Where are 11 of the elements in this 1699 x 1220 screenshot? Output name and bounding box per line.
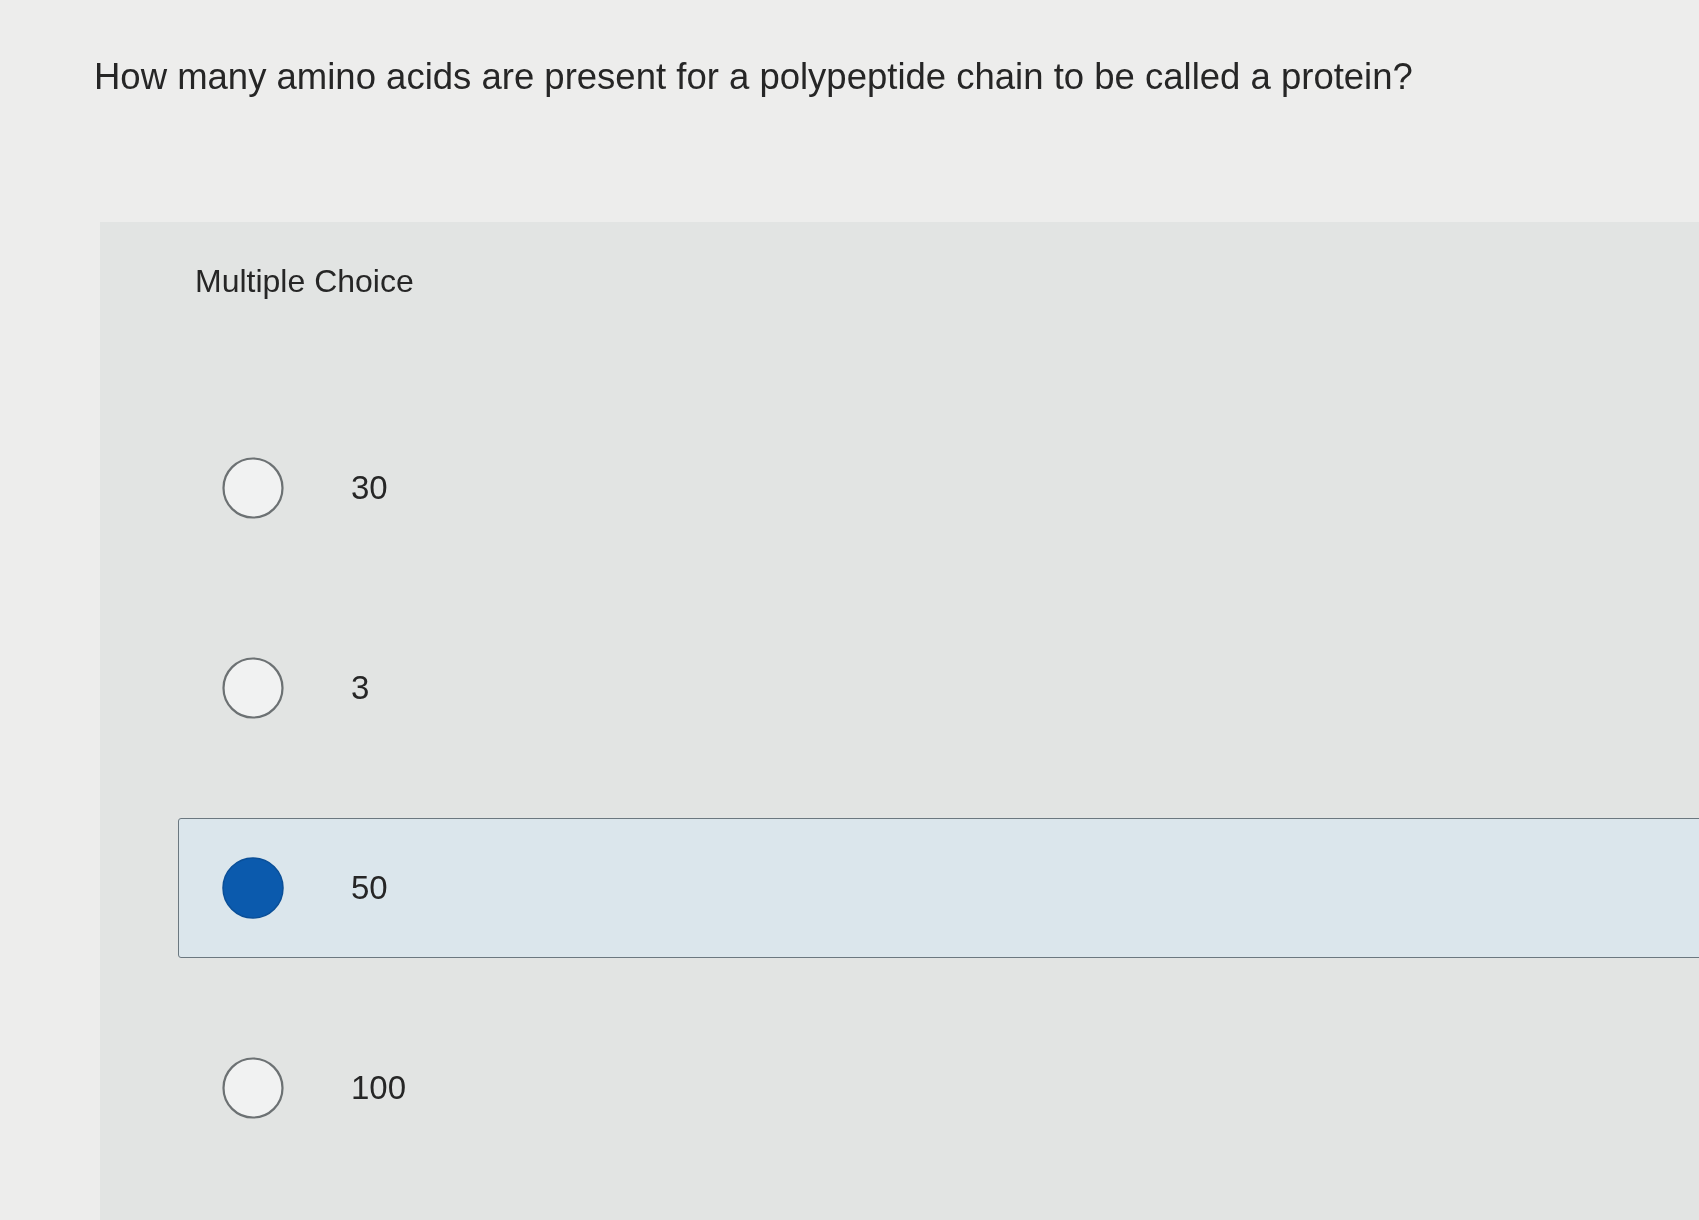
answer-option-text: 100 (351, 1069, 407, 1107)
radio-button[interactable] (222, 857, 284, 919)
question-type-label: Multiple Choice (195, 262, 414, 300)
selected-answer-row[interactable]: 50 (178, 818, 1699, 958)
radio-button[interactable] (222, 657, 284, 719)
question-text: How many amino acids are present for a polypeptide chain to be called a protein? (94, 55, 1413, 99)
answer-option-text: 30 (351, 469, 388, 507)
radio-button[interactable] (222, 457, 284, 519)
radio-button[interactable] (222, 1057, 284, 1119)
answer-option-text: 50 (351, 869, 388, 907)
answer-option-text: 3 (351, 669, 370, 707)
